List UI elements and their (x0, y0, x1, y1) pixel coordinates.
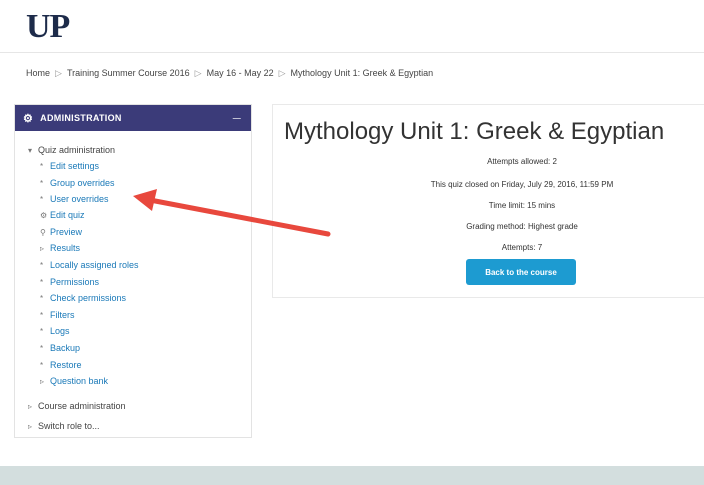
tree-item-backup[interactable]: * Backup (40, 343, 80, 353)
quiz-closed-date: This quiz closed on Friday, July 29, 201… (430, 180, 614, 189)
footer-bar (0, 466, 704, 485)
caret-right-icon: ▹ (28, 421, 33, 431)
gear-icon: ⚙ (23, 112, 34, 125)
caret-right-icon: ▹ (40, 243, 45, 253)
bullet-icon: * (40, 277, 44, 287)
tree-item-edit-quiz[interactable]: ⚙ Edit quiz (40, 210, 85, 220)
page-title: Mythology Unit 1: Greek & Egyptian (284, 118, 665, 145)
tree-item-permissions[interactable]: * Permissions (40, 277, 99, 287)
bullet-icon: * (40, 310, 44, 320)
tree-item-logs[interactable]: * Logs (40, 326, 70, 336)
magnifier-icon: ⚲ (40, 227, 46, 237)
breadcrumb-home[interactable]: Home (26, 68, 50, 78)
tree-item-locally-assigned-roles[interactable]: * Locally assigned roles (40, 260, 139, 270)
tree-item-switch-role[interactable]: ▹ Switch role to... (28, 421, 100, 431)
bullet-icon: * (40, 293, 44, 303)
tree-item-group-overrides[interactable]: * Group overrides (40, 178, 115, 188)
tree-item-edit-settings[interactable]: * Edit settings (40, 161, 99, 171)
tree-item-restore[interactable]: * Restore (40, 360, 82, 370)
attempts-allowed: Attempts allowed: 2 (487, 157, 557, 166)
caret-down-icon: ▾ (28, 145, 33, 155)
tree-item-quiz-administration[interactable]: ▾ Quiz administration (28, 145, 115, 155)
header-divider (0, 52, 704, 53)
attempts-count: Attempts: 7 (501, 243, 543, 252)
site-logo[interactable]: UP (26, 8, 70, 46)
tree-item-check-permissions[interactable]: * Check permissions (40, 293, 126, 303)
bullet-icon: * (40, 161, 44, 171)
tree-item-course-administration[interactable]: ▹ Course administration (28, 401, 126, 411)
bullet-icon: * (40, 178, 44, 188)
tree-item-user-overrides[interactable]: * User overrides (40, 194, 109, 204)
bullet-icon: * (40, 360, 44, 370)
caret-right-icon: ▹ (28, 401, 33, 411)
tree-item-results[interactable]: ▹ Results (40, 243, 80, 253)
gear-icon: ⚙ (40, 210, 48, 220)
caret-right-icon: ▹ (40, 376, 45, 386)
chevron-right-icon: ▷ (194, 68, 202, 78)
bullet-icon: * (40, 343, 44, 353)
time-limit: Time limit: 15 mins (488, 201, 556, 210)
breadcrumb-quiz[interactable]: Mythology Unit 1: Greek & Egyptian (291, 68, 434, 78)
back-to-course-button[interactable]: Back to the course (466, 259, 576, 285)
bullet-icon: * (40, 194, 44, 204)
collapse-icon[interactable]: — (233, 114, 241, 123)
chevron-right-icon: ▷ (278, 68, 286, 78)
chevron-right-icon: ▷ (55, 68, 62, 78)
breadcrumb: Home ▷ Training Summer Course 2016 ▷ May 16 … (26, 68, 433, 79)
breadcrumb-week[interactable]: May 16 - May 22 (207, 68, 274, 78)
administration-header: ⚙ ADMINISTRATION — (15, 105, 251, 131)
tree-item-question-bank[interactable]: ▹ Question bank (40, 376, 108, 386)
tree-item-filters[interactable]: * Filters (40, 310, 75, 320)
administration-title: ADMINISTRATION (40, 113, 122, 123)
bullet-icon: * (40, 260, 44, 270)
tree-item-preview[interactable]: ⚲ Preview (40, 227, 82, 237)
grading-method: Grading method: Highest grade (466, 222, 578, 231)
bullet-icon: * (40, 326, 44, 336)
breadcrumb-course[interactable]: Training Summer Course 2016 (67, 68, 190, 78)
